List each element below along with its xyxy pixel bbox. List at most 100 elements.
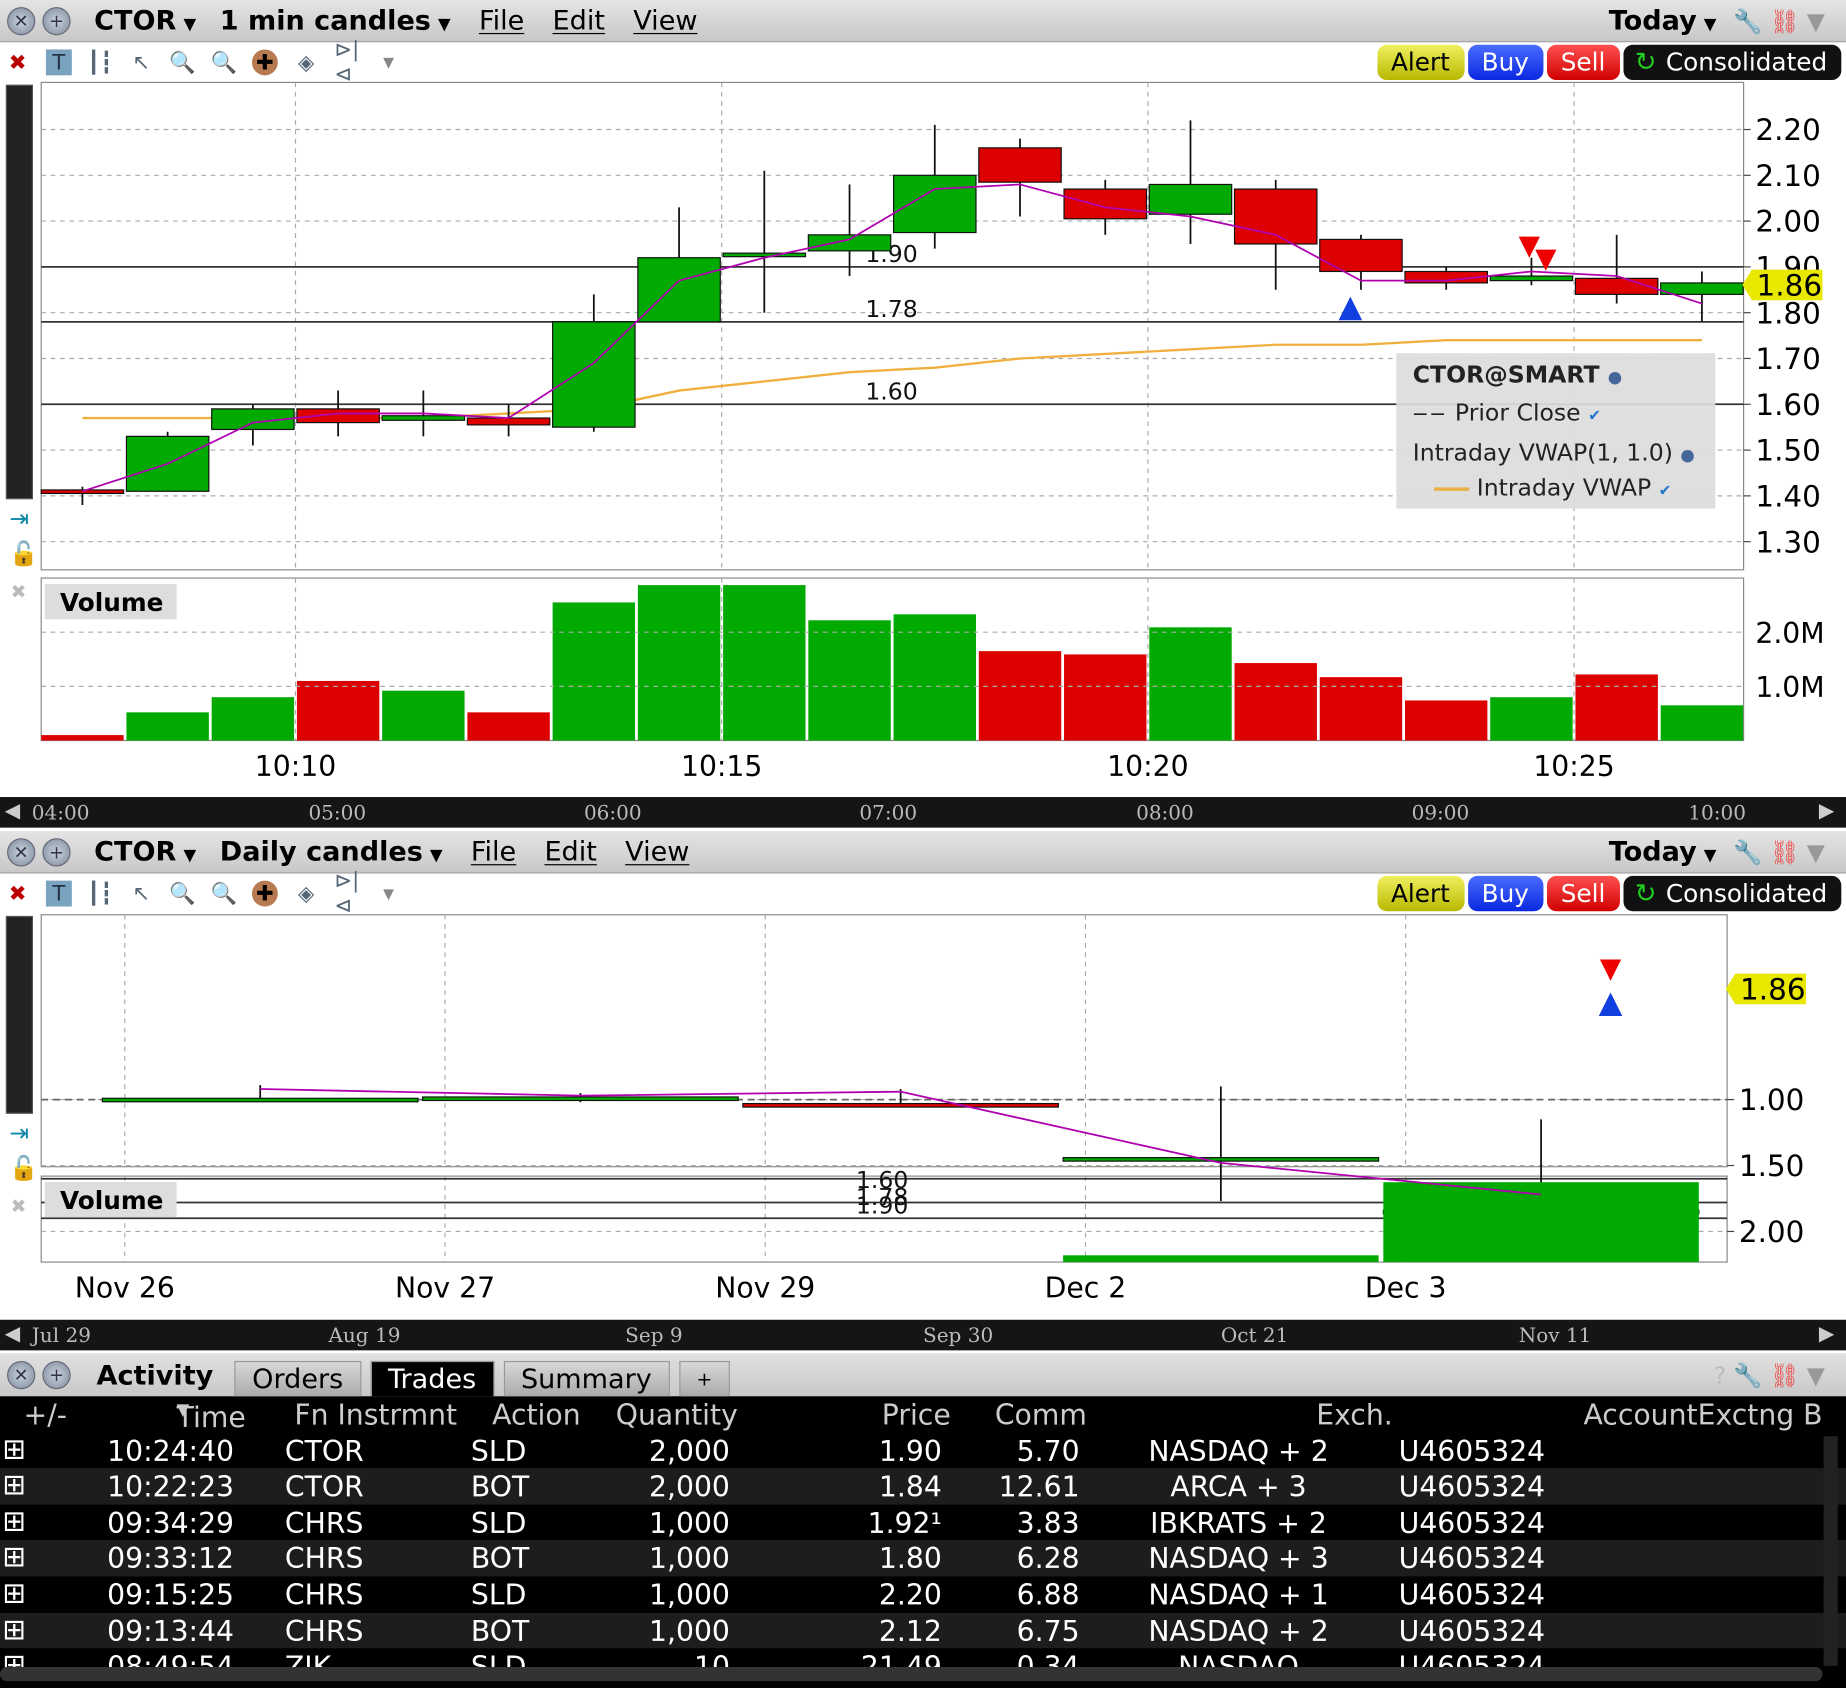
- range-dropdown[interactable]: Today ▼: [1609, 836, 1717, 867]
- add-window-icon[interactable]: +: [42, 837, 71, 866]
- daily-chart[interactable]: 2.00 1.50 1.00 Nov 26 Nov 27 Nov 29 Dec 2 Dec 3…: [0, 912, 1846, 1318]
- draw-line-icon[interactable]: ↖: [128, 49, 154, 75]
- col-price[interactable]: Price: [882, 1399, 951, 1432]
- close-chart-icon[interactable]: ✖: [5, 881, 31, 907]
- chevron-down-icon[interactable]: ▼: [1807, 1361, 1832, 1389]
- menu-file[interactable]: File: [471, 836, 516, 867]
- add-window-icon[interactable]: +: [42, 6, 71, 35]
- expand-row-icon[interactable]: ⊞: [2, 1540, 26, 1573]
- period-dropdown[interactable]: Daily candles ▼: [220, 836, 443, 867]
- sell-button[interactable]: Sell: [1546, 875, 1620, 912]
- activity-vertical-scrollbar[interactable]: [1823, 1436, 1838, 1666]
- activity-horizontal-scrollbar[interactable]: [0, 1667, 1823, 1682]
- scroll-right-icon[interactable]: ▶: [1819, 1322, 1834, 1346]
- buy-button[interactable]: Buy: [1467, 44, 1544, 81]
- expand-row-icon[interactable]: ⊞: [2, 1648, 26, 1667]
- consolidated-button[interactable]: ↻ Consolidated: [1623, 44, 1842, 81]
- scroll-right-icon[interactable]: ▶: [1819, 799, 1834, 823]
- wrench-icon[interactable]: 🔧: [1733, 838, 1769, 866]
- range-dropdown[interactable]: Today ▼: [1609, 5, 1717, 36]
- crosshair-icon[interactable]: ✚: [251, 49, 278, 76]
- expand-horizontal-icon[interactable]: ◈: [293, 881, 319, 907]
- col-comm[interactable]: Comm: [995, 1399, 1087, 1432]
- col-exctng-broker[interactable]: Exctng B: [1698, 1399, 1823, 1432]
- tab-orders[interactable]: Orders: [234, 1360, 361, 1397]
- crosshair-icon[interactable]: ✚: [251, 880, 278, 907]
- alert-button[interactable]: Alert: [1376, 875, 1464, 912]
- chart2-time-scrollbar[interactable]: ◀ Jul 29 Aug 19 Sep 9 Sep 30 Oct 21 Nov …: [0, 1319, 1846, 1351]
- zoom-in-icon[interactable]: 🔍: [169, 881, 195, 907]
- link-icon[interactable]: ⛓: [1770, 838, 1807, 866]
- more-tools-icon[interactable]: ▼: [376, 881, 402, 907]
- col-quantity[interactable]: Quantity: [616, 1399, 738, 1432]
- wrench-icon[interactable]: 🔧: [1733, 6, 1769, 34]
- close-window-icon[interactable]: ✕: [7, 6, 36, 35]
- col-action[interactable]: Action: [492, 1399, 580, 1432]
- chart1-time-scrollbar[interactable]: ◀ 04:00 05:00 06:00 07:00 08:00 09:00 10…: [0, 797, 1846, 828]
- link-icon[interactable]: ⛓: [1770, 1361, 1807, 1389]
- symbol-dropdown[interactable]: CTOR ▼: [94, 836, 196, 867]
- table-row[interactable]: ⊞ 09:34:29 CHRS SLD 1,000 1.92¹ 3.83 IBKRATS + …: [0, 1504, 1846, 1540]
- chevron-down-icon[interactable]: ▼: [1807, 838, 1832, 866]
- menu-edit[interactable]: Edit: [544, 836, 596, 867]
- zoom-out-icon[interactable]: 🔍: [210, 49, 236, 75]
- alert-button[interactable]: Alert: [1376, 44, 1464, 81]
- zoom-in-icon[interactable]: 🔍: [169, 49, 195, 75]
- expand-row-icon[interactable]: ⊞: [2, 1432, 26, 1465]
- expand-horizontal-icon[interactable]: ◈: [293, 49, 319, 75]
- globe-icon[interactable]: ●: [1608, 368, 1622, 387]
- text-tool-icon[interactable]: T: [45, 880, 72, 907]
- bar-style-icon[interactable]: ┃┇: [87, 49, 113, 75]
- compress-horizontal-icon[interactable]: ⊳|⊲: [334, 38, 360, 87]
- table-row[interactable]: ⊞ 08:49:54 ZJK SLD 10 21.49 0.34 NASDAQ U4605324: [0, 1648, 1846, 1667]
- period-dropdown[interactable]: 1 min candles ▼: [220, 5, 451, 36]
- bar-style-icon[interactable]: ┃┇: [87, 881, 113, 907]
- expand-row-icon[interactable]: ⊞: [2, 1576, 26, 1609]
- col-account[interactable]: Account: [1583, 1399, 1697, 1432]
- window-tools[interactable]: ?🔧⛓▼: [1714, 1361, 1832, 1389]
- symbol-dropdown[interactable]: CTOR ▼: [94, 5, 196, 36]
- window-tools[interactable]: 🔧⛓▼: [1733, 6, 1832, 34]
- wrench-icon[interactable]: 🔧: [1733, 1361, 1769, 1389]
- add-window-icon[interactable]: +: [42, 1360, 71, 1390]
- globe-icon[interactable]: ●: [1680, 446, 1694, 465]
- expand-row-icon[interactable]: ⊞: [2, 1612, 26, 1645]
- zoom-out-icon[interactable]: 🔍: [210, 881, 236, 907]
- menu-view[interactable]: View: [633, 5, 697, 36]
- table-row[interactable]: ⊞ 10:22:23 CTOR BOT 2,000 1.84 12.61 ARCA + 3 U4…: [0, 1468, 1846, 1505]
- help-icon[interactable]: ?: [1714, 1361, 1734, 1389]
- text-tool-icon[interactable]: T: [45, 49, 72, 76]
- tab-summary[interactable]: Summary: [503, 1360, 670, 1397]
- window-tools[interactable]: 🔧⛓▼: [1733, 838, 1832, 866]
- close-chart-icon[interactable]: ✖: [5, 49, 31, 75]
- menu-file[interactable]: File: [479, 5, 524, 36]
- buy-button[interactable]: Buy: [1467, 875, 1544, 912]
- col-instrument[interactable]: Fn Instrmnt: [294, 1399, 457, 1432]
- scroll-left-icon[interactable]: ◀: [5, 799, 20, 823]
- table-row[interactable]: ⊞ 09:15:25 CHRS SLD 1,000 2.20 6.88 NASDAQ + 1 U…: [0, 1576, 1846, 1612]
- table-row[interactable]: ⊞ 09:33:12 CHRS BOT 1,000 1.80 6.28 NASDAQ + 3 U…: [0, 1540, 1846, 1577]
- close-window-icon[interactable]: ✕: [7, 1360, 36, 1390]
- draw-line-icon[interactable]: ↖: [128, 881, 154, 907]
- expand-row-icon[interactable]: ⊞: [2, 1468, 26, 1501]
- close-window-icon[interactable]: ✕: [7, 837, 36, 866]
- link-icon[interactable]: ⛓: [1770, 6, 1807, 34]
- more-tools-icon[interactable]: ▼: [376, 49, 402, 75]
- checkmark-icon[interactable]: ✔: [1588, 407, 1601, 425]
- table-row[interactable]: ⊞ 10:24:40 CTOR SLD 2,000 1.90 5.70 NASDAQ + 2 U…: [0, 1432, 1846, 1468]
- col-exch[interactable]: Exch.: [1316, 1399, 1393, 1432]
- table-row[interactable]: ⊞ 09:13:44 CHRS BOT 1,000 2.12 6.75 NASDAQ + 2 U…: [0, 1612, 1846, 1649]
- legend-vwap[interactable]: Intraday VWAP ✔: [1433, 473, 1672, 502]
- sell-button[interactable]: Sell: [1546, 44, 1620, 81]
- consolidated-button[interactable]: ↻ Consolidated: [1623, 875, 1842, 912]
- menu-edit[interactable]: Edit: [553, 5, 605, 36]
- checkmark-icon[interactable]: ✔: [1659, 483, 1672, 501]
- menu-view[interactable]: View: [625, 836, 689, 867]
- legend-study[interactable]: Intraday VWAP(1, 1.0) ●: [1413, 438, 1695, 466]
- tab-trades[interactable]: Trades: [370, 1360, 494, 1397]
- expand-row-icon[interactable]: ⊞: [2, 1504, 26, 1537]
- compress-horizontal-icon[interactable]: ⊳|⊲: [334, 869, 360, 918]
- col-expand[interactable]: +/-: [24, 1399, 67, 1432]
- scroll-left-icon[interactable]: ◀: [5, 1322, 20, 1346]
- legend-prior-close[interactable]: ‒‒ Prior Close ✔: [1413, 398, 1601, 426]
